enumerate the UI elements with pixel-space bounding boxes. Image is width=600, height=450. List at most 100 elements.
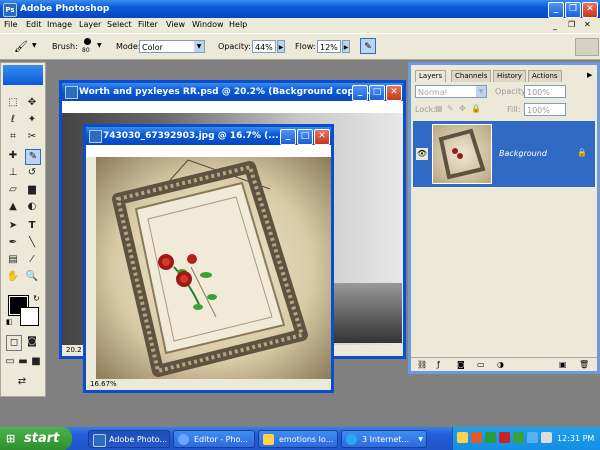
- tab-actions[interactable]: Actions: [528, 70, 562, 82]
- doc-front-canvas[interactable]: [96, 157, 331, 379]
- lasso-tool-icon[interactable]: ℓ: [6, 113, 20, 127]
- tab-layers[interactable]: Layers: [415, 70, 447, 82]
- default-colors-icon[interactable]: ◧: [6, 318, 13, 326]
- move-tool-icon[interactable]: ✥: [25, 96, 39, 110]
- update-tray-icon[interactable]: [513, 432, 524, 443]
- swap-colors-icon[interactable]: ↻: [33, 294, 40, 303]
- screen-mode-full-menu-icon[interactable]: ▬: [16, 355, 30, 369]
- lock-transparency-icon[interactable]: ▦: [435, 104, 443, 113]
- history-brush-tool-icon[interactable]: ↺: [25, 166, 39, 180]
- slice-tool-icon[interactable]: ✂: [25, 130, 39, 144]
- blur-tool-icon[interactable]: ▲: [6, 200, 20, 214]
- airbrush-toggle-icon[interactable]: ✎: [360, 38, 376, 54]
- crop-tool-icon[interactable]: ⌗: [6, 130, 20, 144]
- close-icon[interactable]: ✕: [582, 2, 598, 18]
- restore-icon[interactable]: ❐: [565, 2, 581, 18]
- new-layer-icon[interactable]: ▣: [559, 360, 567, 369]
- adjustment-layer-icon[interactable]: ◑: [497, 360, 504, 369]
- jump-to-imageready-icon[interactable]: ⇄: [15, 375, 29, 389]
- magic-wand-tool-icon[interactable]: ✦: [25, 113, 39, 127]
- eyedropper-tool-icon[interactable]: ⁄: [25, 253, 39, 267]
- doc-front-title-bar[interactable]: 743030_67392903.jpg @ 16.7% (... _ □ ✕: [86, 127, 331, 145]
- tab-channels[interactable]: Channels: [451, 70, 492, 82]
- doc-restore-icon[interactable]: ❐: [568, 20, 575, 29]
- opacity-field[interactable]: 44%: [252, 40, 276, 53]
- hand-tool-icon[interactable]: ✋: [6, 270, 20, 284]
- layer-style-icon[interactable]: ƒ: [437, 360, 440, 369]
- link-layers-icon[interactable]: ⛓: [417, 360, 427, 369]
- doc-front-close-icon[interactable]: ✕: [314, 129, 330, 145]
- flow-field[interactable]: 12%: [317, 40, 341, 53]
- screen-mode-standard-icon[interactable]: ▭: [3, 355, 17, 369]
- eraser-tool-icon[interactable]: ▱: [6, 183, 20, 197]
- minimize-icon[interactable]: _: [548, 2, 564, 18]
- menu-edit[interactable]: Edit: [26, 20, 42, 29]
- brush-tool-icon[interactable]: ✎: [25, 149, 41, 165]
- clock[interactable]: 12:31 PM: [557, 427, 594, 450]
- lock-image-icon[interactable]: ✎: [447, 104, 454, 113]
- new-set-icon[interactable]: ▭: [477, 360, 485, 369]
- menu-file[interactable]: File: [4, 20, 17, 29]
- notes-tool-icon[interactable]: ▤: [6, 253, 20, 267]
- palette-well-icon[interactable]: [575, 38, 599, 56]
- blend-mode-select[interactable]: Normal ▼: [415, 85, 487, 98]
- dodge-tool-icon[interactable]: ◐: [25, 200, 39, 214]
- lock-all-icon[interactable]: 🔒: [471, 104, 481, 113]
- taskbar-button-internet[interactable]: 3 Internet... ▼: [341, 430, 427, 448]
- menu-filter[interactable]: Filter: [138, 20, 158, 29]
- doc-window-front[interactable]: 743030_67392903.jpg @ 16.7% (... _ □ ✕ 1…: [83, 124, 334, 393]
- line-tool-icon[interactable]: ╲: [25, 236, 39, 250]
- fill-field[interactable]: 100%: [524, 103, 566, 116]
- messenger-tray-icon[interactable]: [457, 432, 468, 443]
- doc-back-minimize-icon[interactable]: _: [352, 85, 368, 101]
- lock-position-icon[interactable]: ✥: [459, 104, 466, 113]
- menu-layer[interactable]: Layer: [79, 20, 101, 29]
- palette-menu-icon[interactable]: ▶: [587, 71, 592, 79]
- standard-mode-icon[interactable]: ◻: [6, 335, 22, 351]
- type-tool-icon[interactable]: T: [25, 219, 39, 233]
- path-selection-tool-icon[interactable]: ➤: [6, 219, 20, 233]
- chat-tray-icon[interactable]: [527, 432, 538, 443]
- menu-view[interactable]: View: [166, 20, 185, 29]
- antivirus-tray-icon[interactable]: [499, 432, 510, 443]
- mode-select[interactable]: Color ▼: [139, 40, 205, 53]
- eye-visibility-icon[interactable]: 👁: [416, 148, 428, 160]
- doc-back-close-icon[interactable]: ✕: [386, 85, 402, 101]
- doc-close-icon[interactable]: ✕: [584, 20, 591, 29]
- menu-select[interactable]: Select: [107, 20, 132, 29]
- background-color-swatch[interactable]: [20, 307, 39, 326]
- zoom-tool-icon[interactable]: 🔍: [25, 270, 39, 284]
- screen-mode-full-icon[interactable]: ■: [29, 355, 43, 369]
- doc-front-maximize-icon[interactable]: □: [297, 129, 313, 145]
- doc-front-minimize-icon[interactable]: _: [280, 129, 296, 145]
- taskbar-button-editor[interactable]: Editor - Pho...: [173, 430, 255, 448]
- flow-slider-arrow-icon[interactable]: ▶: [342, 40, 350, 53]
- quick-mask-mode-icon[interactable]: ◙: [25, 335, 39, 349]
- doc-back-title-bar[interactable]: Worth and pyxleyes RR.psd @ 20.2% (Backg…: [62, 83, 403, 101]
- layer-opacity-field[interactable]: 100%: [524, 85, 566, 98]
- doc-back-maximize-icon[interactable]: □: [369, 85, 385, 101]
- doc-front-zoom[interactable]: 16.67%: [86, 380, 117, 388]
- gradient-tool-icon[interactable]: ▆: [25, 183, 39, 197]
- layer-row-background[interactable]: 👁 Background 🔒: [413, 121, 595, 187]
- taskbar-button-photoshop[interactable]: Adobe Photo...: [88, 430, 170, 448]
- start-button[interactable]: ⊞ start: [0, 427, 72, 450]
- menu-help[interactable]: Help: [229, 20, 247, 29]
- opacity-slider-arrow-icon[interactable]: ▶: [277, 40, 285, 53]
- doc-back-zoom[interactable]: 20.2: [62, 346, 82, 354]
- clone-stamp-tool-icon[interactable]: ⊥: [6, 166, 20, 180]
- brush-picker-arrow-icon[interactable]: ▼: [97, 42, 102, 49]
- healing-brush-tool-icon[interactable]: ✚: [6, 149, 20, 163]
- security-tray-icon[interactable]: [485, 432, 496, 443]
- taskbar-button-emotions[interactable]: emotions lo...: [258, 430, 338, 448]
- brush-tool-icon[interactable]: 🖌: [14, 40, 28, 53]
- volume-tray-icon[interactable]: [541, 432, 552, 443]
- trash-icon[interactable]: 🗑: [579, 360, 589, 369]
- marquee-tool-icon[interactable]: ⬚: [6, 96, 20, 110]
- tool-preset-dropdown-icon[interactable]: ▼: [32, 42, 37, 49]
- brush-preview-icon[interactable]: [84, 38, 91, 45]
- doc-minimize-icon[interactable]: _: [553, 21, 557, 30]
- network-tray-icon[interactable]: [471, 432, 482, 443]
- add-mask-icon[interactable]: ◙: [457, 360, 465, 369]
- pen-tool-icon[interactable]: ✒: [6, 236, 20, 250]
